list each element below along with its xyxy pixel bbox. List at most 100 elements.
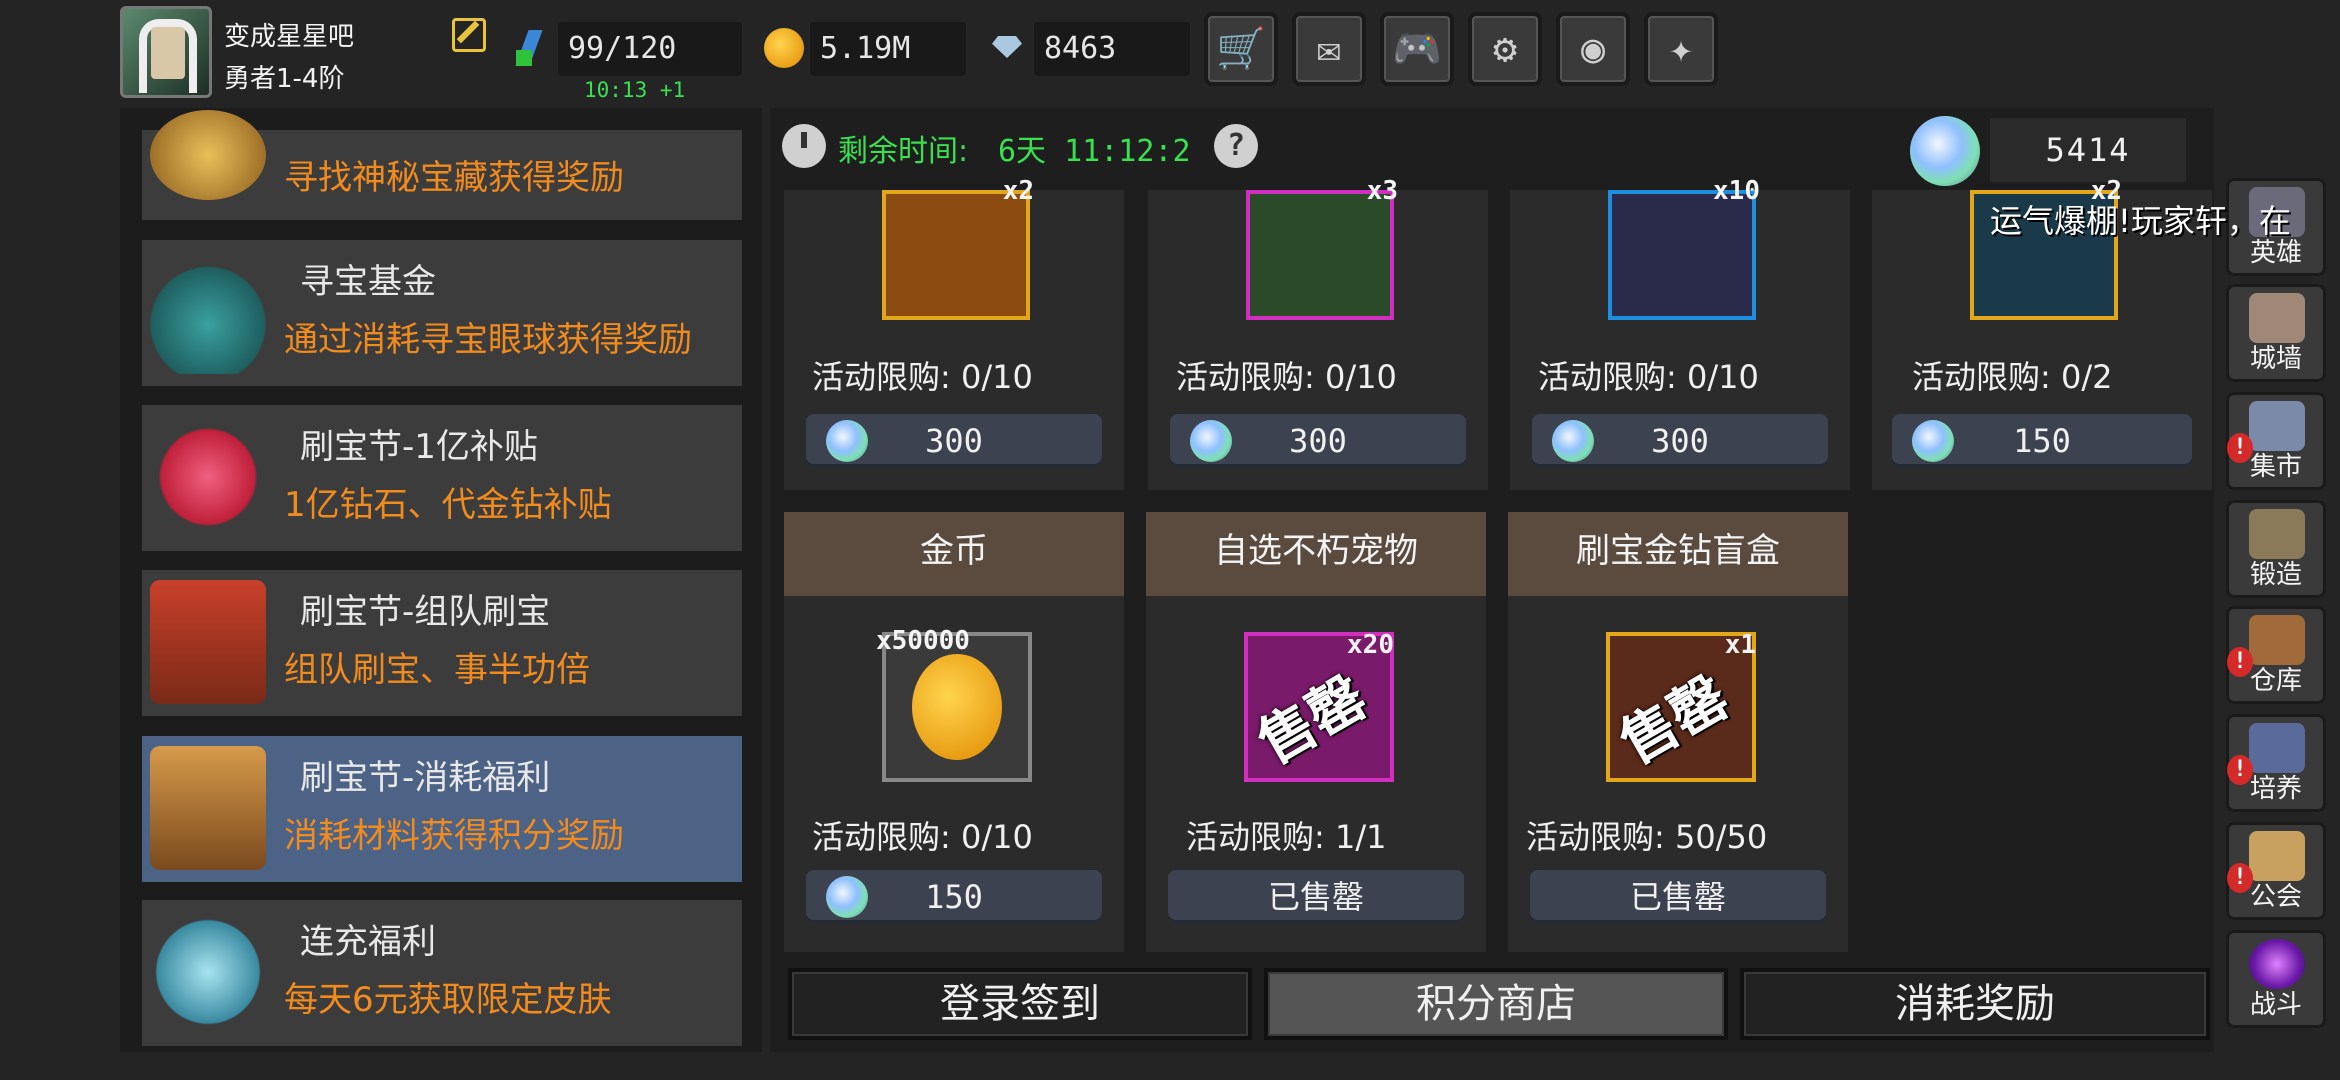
- card-title: 自选不朽宠物: [1146, 512, 1486, 596]
- nav-label: 战斗: [2249, 990, 2302, 1020]
- tab-login-checkin[interactable]: 登录签到: [788, 968, 1252, 1040]
- lens-icon: ◉: [1580, 26, 1606, 72]
- nav-label: 培养: [2249, 774, 2302, 804]
- price-value: 300: [925, 422, 983, 460]
- tab-consume-rewards[interactable]: 消耗奖励: [1740, 968, 2210, 1040]
- activity-desc: 通过消耗寻宝眼球获得奖励: [284, 320, 692, 360]
- buy-button[interactable]: 300: [806, 414, 1102, 468]
- activity-title: 刷宝节-组队刷宝: [300, 592, 551, 632]
- anvil-icon: [2249, 509, 2305, 559]
- nav-guild[interactable]: ! 公会: [2226, 822, 2326, 920]
- rune-blue-icon[interactable]: x10: [1608, 176, 1760, 320]
- lens-button[interactable]: ◉: [1556, 12, 1630, 86]
- player-avatar[interactable]: [120, 6, 212, 98]
- buy-button[interactable]: 150: [806, 870, 1102, 924]
- activity-item-consume[interactable]: 刷宝节-消耗福利 消耗材料获得积分奖励: [142, 736, 742, 882]
- shop-card: x3 活动限购: 0/10 300: [1148, 176, 1488, 490]
- player-name: 变成星星吧: [224, 22, 355, 52]
- shop-card-blindbox: 刷宝金钻盲盒 x1 售罄 活动限购: 50/50 已售罄: [1508, 512, 1848, 952]
- nav-label: 集市: [2249, 452, 2302, 482]
- cart-icon: 🛒: [1216, 26, 1266, 72]
- activity-title: 刷宝节-1亿补贴: [300, 427, 538, 467]
- nav-forge[interactable]: 锻造: [2226, 500, 2326, 598]
- item-qty: x3: [1366, 176, 1398, 206]
- chest-red-icon: [150, 580, 266, 704]
- sold-out-button: 已售罄: [1168, 870, 1464, 924]
- warehouse-icon: [2249, 615, 2305, 665]
- buy-button[interactable]: 150: [1892, 414, 2192, 468]
- sold-out-button: 已售罄: [1530, 870, 1826, 924]
- edit-name-icon[interactable]: [452, 18, 486, 52]
- item-qty: x10: [1713, 176, 1760, 206]
- buy-button[interactable]: 300: [1532, 414, 1828, 468]
- rune-green-icon[interactable]: x3: [1246, 176, 1398, 320]
- settings-button[interactable]: ⚙: [1468, 12, 1542, 86]
- energy-icon: [512, 28, 552, 68]
- gem-icon: [1552, 420, 1594, 462]
- buy-button[interactable]: 300: [1170, 414, 1466, 468]
- energy-value: 99/120: [558, 22, 742, 76]
- gear-icon: ⚙: [1492, 26, 1518, 72]
- activity-item-recharge[interactable]: 连充福利 每天6元获取限定皮肤: [142, 900, 742, 1046]
- nav-market[interactable]: ! 集市: [2226, 392, 2326, 490]
- card-title: 刷宝金钻盲盒: [1508, 512, 1848, 596]
- mail-button[interactable]: ✉: [1292, 12, 1366, 86]
- nav-warehouse[interactable]: ! 仓库: [2226, 606, 2326, 704]
- shop-button[interactable]: 🛒: [1204, 12, 1278, 86]
- activity-desc: 每天6元获取限定皮肤: [284, 980, 612, 1020]
- card-title: 金币: [784, 512, 1124, 596]
- purchase-limit: 活动限购: 0/10: [1538, 358, 1759, 396]
- activity-item-treasure[interactable]: 寻找神秘宝藏获得奖励: [142, 110, 742, 220]
- price-value: 150: [2013, 422, 2071, 460]
- gold-value: 5.19M: [810, 22, 966, 76]
- gold-icon: [764, 28, 804, 68]
- sold-out-stamp: 售罄: [1609, 664, 1740, 777]
- points-gem-icon: [1910, 116, 1980, 186]
- activity-item-team[interactable]: 刷宝节-组队刷宝 组队刷宝、事半功倍: [142, 570, 742, 716]
- points-count: 5414: [1990, 118, 2186, 182]
- nav-label: 仓库: [2249, 666, 2302, 696]
- activity-desc: 寻找神秘宝藏获得奖励: [284, 158, 624, 198]
- activity-title: 连充福利: [300, 922, 436, 962]
- nav-cultivate[interactable]: ! 培养: [2226, 714, 2326, 812]
- purchase-limit: 活动限购: 1/1: [1186, 818, 1387, 856]
- red-envelope-icon: [150, 415, 266, 539]
- castle-wall-icon: [2249, 293, 2305, 343]
- nav-label: 公会: [2249, 882, 2302, 912]
- item-qty: x2: [1002, 176, 1034, 206]
- tab-points-shop[interactable]: 积分商店: [1264, 968, 1728, 1040]
- firework-button[interactable]: ✦: [1644, 12, 1718, 86]
- activity-title: 寻宝基金: [300, 262, 436, 302]
- price-value: 150: [925, 878, 983, 916]
- activity-item-subsidy[interactable]: 刷宝节-1亿补贴 1亿钻石、代金钻补贴: [142, 405, 742, 551]
- shop-card: x2 活动限购: 0/10 300: [784, 176, 1124, 490]
- open-chest-icon: [150, 746, 266, 870]
- coin-shape: [912, 654, 1002, 760]
- gold-coin-icon[interactable]: x50000: [876, 626, 1032, 782]
- price-value: 300: [1289, 422, 1347, 460]
- nav-battle[interactable]: 战斗: [2226, 930, 2326, 1028]
- remaining-label: 剩余时间:: [838, 134, 969, 169]
- nav-wall[interactable]: 城墙: [2226, 284, 2326, 382]
- item-qty: x20: [1347, 630, 1394, 660]
- gem-icon: [1190, 420, 1232, 462]
- help-icon[interactable]: ?: [1214, 124, 1258, 168]
- activity-title: 刷宝节-消耗福利: [300, 758, 551, 798]
- crystal-icon: [150, 910, 266, 1034]
- nav-label: 城墙: [2249, 344, 2302, 374]
- treasure-bag-icon: [150, 250, 266, 374]
- gem-icon: [826, 876, 868, 918]
- remaining-time: 6天 11:12:2: [998, 134, 1191, 169]
- activity-desc: 消耗材料获得积分奖励: [284, 816, 624, 856]
- gamepad-button[interactable]: 🎮: [1380, 12, 1454, 86]
- nav-label: 锻造: [2249, 560, 2302, 590]
- goblet-icon: [2249, 723, 2305, 773]
- activity-item-fund[interactable]: 寻宝基金 通过消耗寻宝眼球获得奖励: [142, 240, 742, 386]
- portal-icon: [2249, 939, 2305, 989]
- pet-egg-icon: x20 售罄: [1244, 630, 1394, 782]
- shop-card: x10 活动限购: 0/10 300: [1510, 176, 1850, 490]
- rune-orange-icon[interactable]: x2: [882, 176, 1034, 320]
- shop-card-gold: 金币 x50000 活动限购: 0/10 150: [784, 512, 1124, 952]
- item-qty: x1: [1724, 630, 1756, 660]
- treasure-medal-icon: [150, 110, 266, 200]
